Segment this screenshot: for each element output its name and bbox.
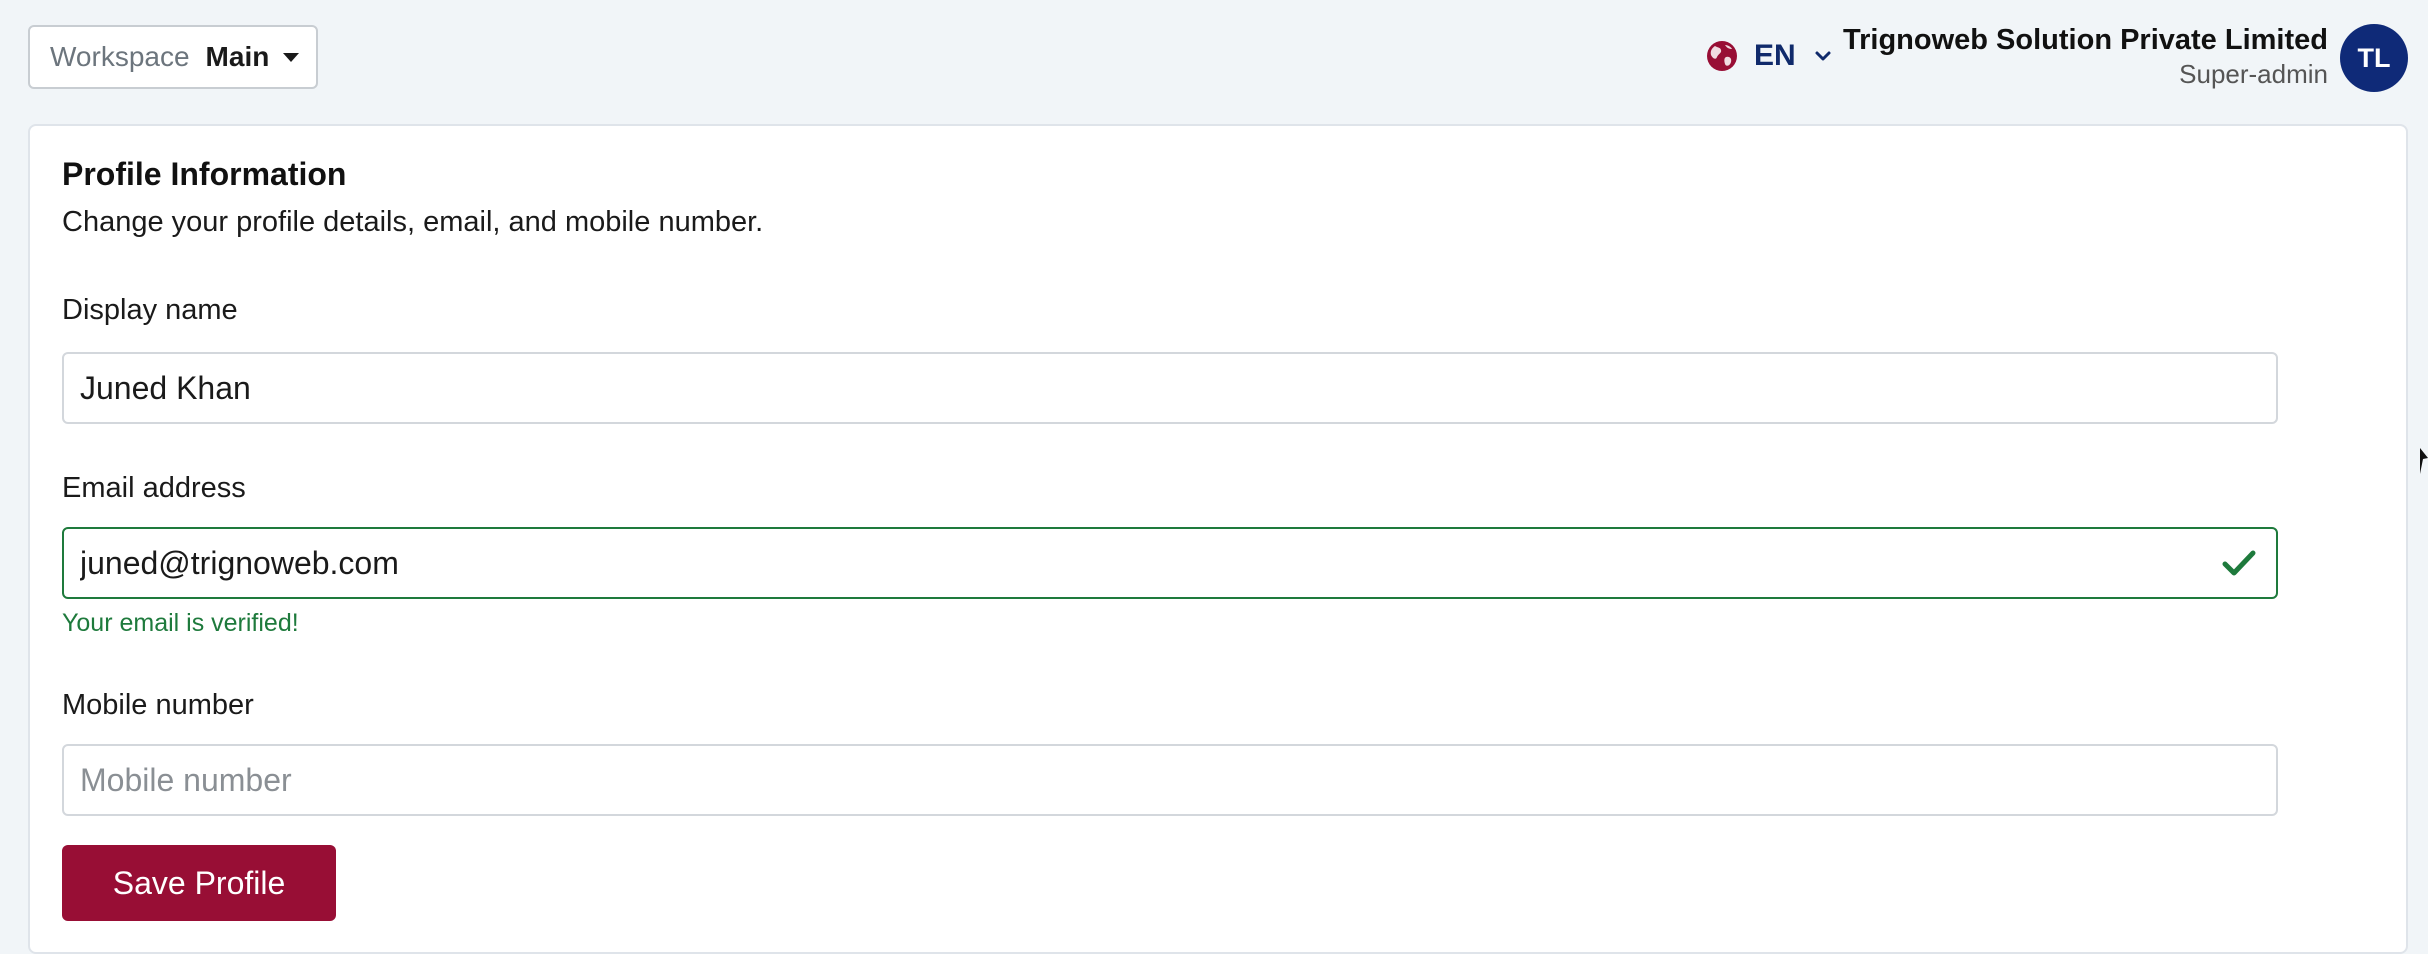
caret-down-icon [283, 52, 300, 62]
mobile-input[interactable] [62, 744, 2278, 816]
language-code: EN [1754, 39, 1796, 72]
chevron-down-icon [1815, 51, 1831, 61]
mobile-label: Mobile number [62, 689, 254, 721]
profile-card: Profile Information Change your profile … [28, 124, 2408, 954]
page-subtitle: Change your profile details, email, and … [62, 206, 764, 238]
language-switcher[interactable]: EN [1706, 32, 1832, 80]
email-input[interactable] [62, 527, 2278, 599]
email-verified-message: Your email is verified! [62, 609, 299, 637]
account-info: Trignoweb Solution Private Limited Super… [1843, 22, 2328, 90]
avatar[interactable]: TL [2340, 24, 2408, 92]
workspace-label: Workspace [50, 41, 190, 72]
mouse-cursor-icon [2420, 448, 2428, 474]
user-role: Super-admin [2179, 59, 2328, 89]
display-name-input[interactable] [62, 352, 2278, 424]
page-title: Profile Information [62, 156, 347, 192]
workspace-dropdown[interactable]: Workspace Main [28, 25, 318, 89]
organization-name: Trignoweb Solution Private Limited [1843, 24, 2328, 56]
display-name-label: Display name [62, 294, 238, 326]
globe-icon [1707, 41, 1737, 71]
save-profile-button[interactable]: Save Profile [62, 845, 336, 921]
workspace-value: Main [205, 41, 270, 72]
email-label: Email address [62, 472, 246, 504]
checkmark-icon [2222, 550, 2256, 576]
